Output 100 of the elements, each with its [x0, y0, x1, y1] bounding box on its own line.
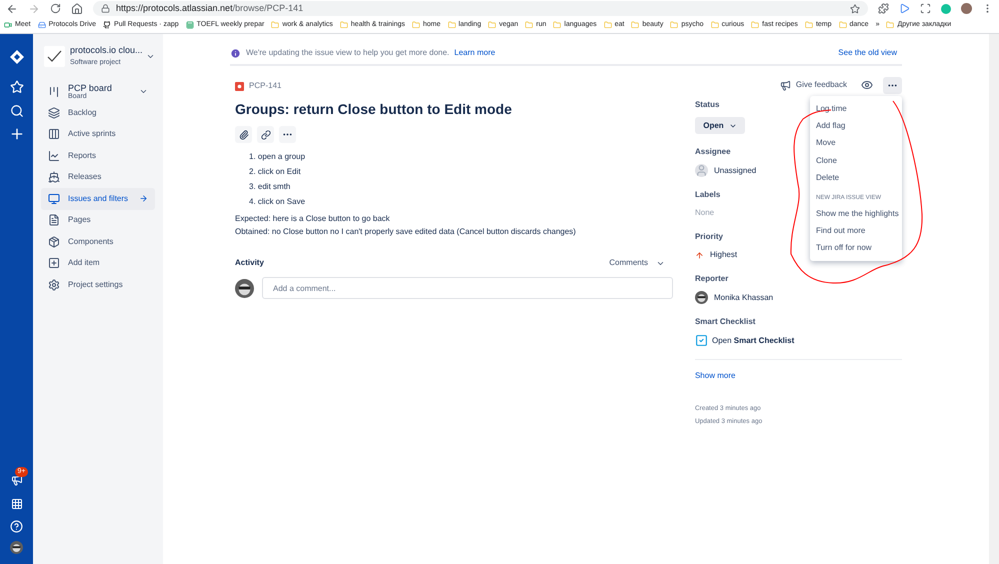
- folder-icon: [670, 21, 678, 29]
- folder-icon: [604, 21, 612, 29]
- address-bar[interactable]: https://protocols.atlassian.net/browse/PCP-141: [93, 1, 868, 16]
- folder-icon: [751, 21, 760, 29]
- assignee-value[interactable]: Unassigned: [714, 164, 756, 176]
- megaphone-icon: [780, 80, 791, 90]
- sidebar-item[interactable]: Reports: [41, 145, 155, 166]
- checklist-link[interactable]: Open Smart Checklist: [712, 334, 794, 346]
- labels-label: Labels: [694, 189, 720, 201]
- status-label: Status: [694, 99, 720, 111]
- board-name[interactable]: PCP board: [68, 82, 131, 92]
- ship-icon: [48, 171, 60, 184]
- lock-icon: [101, 4, 110, 13]
- app-switcher-icon[interactable]: [10, 498, 22, 510]
- arrow-icon: [139, 194, 148, 204]
- create-icon[interactable]: [8, 126, 24, 142]
- menu-item[interactable]: Turn off for now: [810, 240, 902, 258]
- help-icon[interactable]: [10, 520, 23, 533]
- folder-icon: [448, 21, 456, 29]
- status-dropdown[interactable]: Open: [694, 117, 745, 134]
- description-paragraph: Expected: here is a Close button to go back: [235, 214, 391, 224]
- more-actions-button[interactable]: [883, 76, 902, 94]
- folder-icon: [553, 21, 562, 29]
- priority-label: Priority: [694, 231, 723, 243]
- priority-arrow-icon: [694, 250, 704, 260]
- show-more-link[interactable]: Show more: [694, 370, 902, 382]
- info-icon: [230, 48, 241, 58]
- issue-key[interactable]: PCP-141: [249, 80, 282, 92]
- folder-icon: [886, 21, 894, 29]
- avatar-icon: [235, 278, 254, 298]
- home-icon[interactable]: [71, 2, 83, 14]
- description-step: 4. click on Save: [249, 196, 673, 207]
- folder-icon: [804, 21, 813, 29]
- scan-icon[interactable]: [920, 3, 931, 14]
- link-icon: [260, 130, 270, 140]
- description-step: 2. click on Edit: [249, 166, 673, 177]
- sidebar-item[interactable]: Project settings: [41, 274, 155, 296]
- sidebar-item[interactable]: Active sprints: [41, 124, 155, 145]
- feedback-button[interactable]: Give feedback: [796, 79, 847, 91]
- menu-item[interactable]: Show me the highlights: [810, 204, 902, 222]
- folder-icon: [525, 21, 534, 29]
- bookmark-star-icon[interactable]: [850, 4, 860, 14]
- description-paragraph: Obtained: no Close button no I can't properly save edited data (Cancel button discards changes): [235, 227, 577, 237]
- menu-item[interactable]: Add flag: [810, 117, 902, 135]
- reporter-label: Reporter: [694, 273, 728, 285]
- sidebar-item[interactable]: Components: [41, 231, 155, 252]
- user-icon: [694, 164, 708, 177]
- sidebar-item[interactable]: Add item: [41, 252, 155, 274]
- comment-field[interactable]: Add a comment...: [262, 277, 673, 299]
- star-icon[interactable]: [10, 80, 24, 94]
- layers-icon: [48, 106, 60, 119]
- learn-more-link[interactable]: Learn more: [454, 47, 496, 59]
- folder-icon: [340, 21, 348, 29]
- chart-icon: [48, 150, 60, 162]
- jira-logo-icon[interactable]: [10, 50, 24, 64]
- description-step: 1. open a group: [249, 151, 673, 162]
- description-step: 3. edit smth: [249, 181, 673, 192]
- bug-icon: [235, 82, 244, 90]
- menu-item[interactable]: Find out more: [810, 222, 902, 240]
- sidebar-item[interactable]: Issues and filters: [41, 188, 155, 210]
- checklist-label: Smart Checklist: [694, 316, 756, 328]
- add-icon: [48, 257, 60, 270]
- project-name[interactable]: protocols.io clou...: [70, 44, 141, 58]
- chevron-icon[interactable]: [139, 87, 148, 96]
- reload-icon[interactable]: [50, 3, 61, 14]
- folder-icon: [838, 21, 846, 29]
- menu-item[interactable]: Delete: [810, 170, 902, 187]
- monitor-icon: [48, 192, 60, 205]
- play-icon[interactable]: [899, 3, 910, 14]
- folder-icon: [488, 21, 496, 29]
- avatar-icon: [10, 541, 23, 554]
- notifications-icon[interactable]: [10, 474, 22, 486]
- folder-icon: [710, 21, 719, 29]
- checklist-icon: [694, 334, 708, 347]
- attach-button[interactable]: [235, 126, 252, 143]
- settings-icon: [48, 278, 60, 291]
- sidebar-item[interactable]: Backlog: [41, 102, 155, 124]
- url-text: https://protocols.atlassian.net/browse/PCP-141: [116, 2, 304, 15]
- back-icon[interactable]: [6, 2, 18, 14]
- reporter-value[interactable]: Monika Khassan: [714, 292, 774, 304]
- paperclip-icon: [238, 130, 248, 140]
- banner-text: We're updating the issue view to help you get more done.: [246, 47, 450, 59]
- priority-value[interactable]: Highest: [710, 249, 738, 261]
- folder-icon: [412, 21, 420, 29]
- avatar-icon: [694, 291, 708, 304]
- sidebar-item[interactable]: Releases: [41, 166, 155, 188]
- folder-icon: [631, 21, 640, 29]
- menu-item[interactable]: Clone: [810, 152, 902, 170]
- issue-title[interactable]: Groups: return Close button to Edit mode: [235, 99, 673, 120]
- menu-item[interactable]: Move: [810, 134, 902, 152]
- old-view-link[interactable]: See the old view: [838, 47, 897, 59]
- board-icon: [48, 86, 60, 98]
- sidebar-item[interactable]: Pages: [41, 210, 155, 231]
- profile-avatar[interactable]: [961, 3, 972, 14]
- extension-icon[interactable]: [878, 3, 889, 14]
- search-icon[interactable]: [10, 104, 24, 118]
- link-button[interactable]: [257, 126, 274, 143]
- watch-icon[interactable]: [861, 79, 873, 91]
- more-button[interactable]: [279, 126, 296, 143]
- comments-dropdown[interactable]: Comments: [609, 257, 665, 269]
